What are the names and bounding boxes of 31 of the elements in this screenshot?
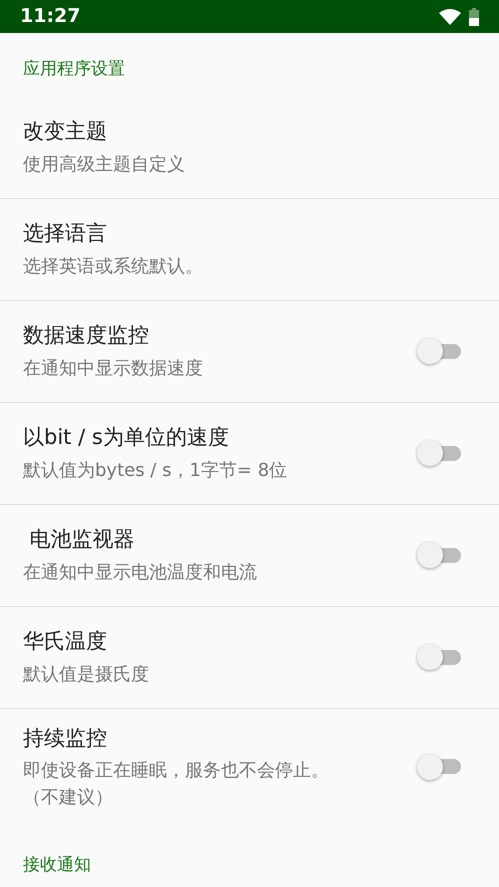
item-title: 选择语言	[23, 220, 108, 248]
section-header: 接收通知	[23, 855, 91, 875]
item-subtitle: 选择英语或系统默认。	[23, 254, 203, 279]
toggle-switch[interactable]	[417, 440, 461, 466]
item-subtitle: 即使设备正在睡眠，服务也不会停止。（不建议）	[23, 759, 330, 810]
item-title: 改变主题	[23, 118, 108, 146]
item-title: 华氏温度	[23, 628, 108, 656]
battery-icon	[469, 8, 479, 26]
item-title: 以bit / s为单位的速度	[23, 424, 230, 452]
settings-item[interactable]: 华氏温度 默认值是摄氏度	[0, 606, 499, 708]
settings-item[interactable]: 以bit / s为单位的速度 默认值为bytes / s，1字节= 8位	[0, 402, 499, 504]
settings-item[interactable]: 电池监视器 在通知中显示电池温度和电流	[0, 504, 499, 606]
status-time: 11:27	[20, 4, 80, 30]
item-subtitle: 在通知中显示电池温度和电流	[23, 560, 257, 585]
toggle-switch[interactable]	[417, 338, 461, 364]
toggle-switch[interactable]	[417, 754, 461, 780]
item-title: 持续监控	[23, 724, 108, 752]
item-subtitle: 默认值是摄氏度	[23, 662, 149, 687]
item-subtitle: 在通知中显示数据速度	[23, 356, 203, 381]
settings-item[interactable]: 数据速度监控 在通知中显示数据速度	[0, 300, 499, 402]
section-header: 应用程序设置	[23, 59, 125, 79]
item-subtitle: 默认值为bytes / s，1字节= 8位	[23, 458, 288, 483]
item-title: 电池监视器	[28, 526, 136, 554]
toggle-switch[interactable]	[417, 644, 461, 670]
settings-item[interactable]: 选择语言 选择英语或系统默认。	[0, 198, 499, 300]
toggle-switch[interactable]	[417, 542, 461, 568]
settings-item[interactable]: 持续监控 即使设备正在睡眠，服务也不会停止。（不建议）	[0, 708, 499, 825]
wifi-icon	[439, 8, 461, 24]
settings-item[interactable]: 改变主题 使用高级主题自定义	[0, 96, 499, 198]
item-title: 数据速度监控	[23, 322, 150, 350]
item-subtitle: 使用高级主题自定义	[23, 152, 185, 177]
